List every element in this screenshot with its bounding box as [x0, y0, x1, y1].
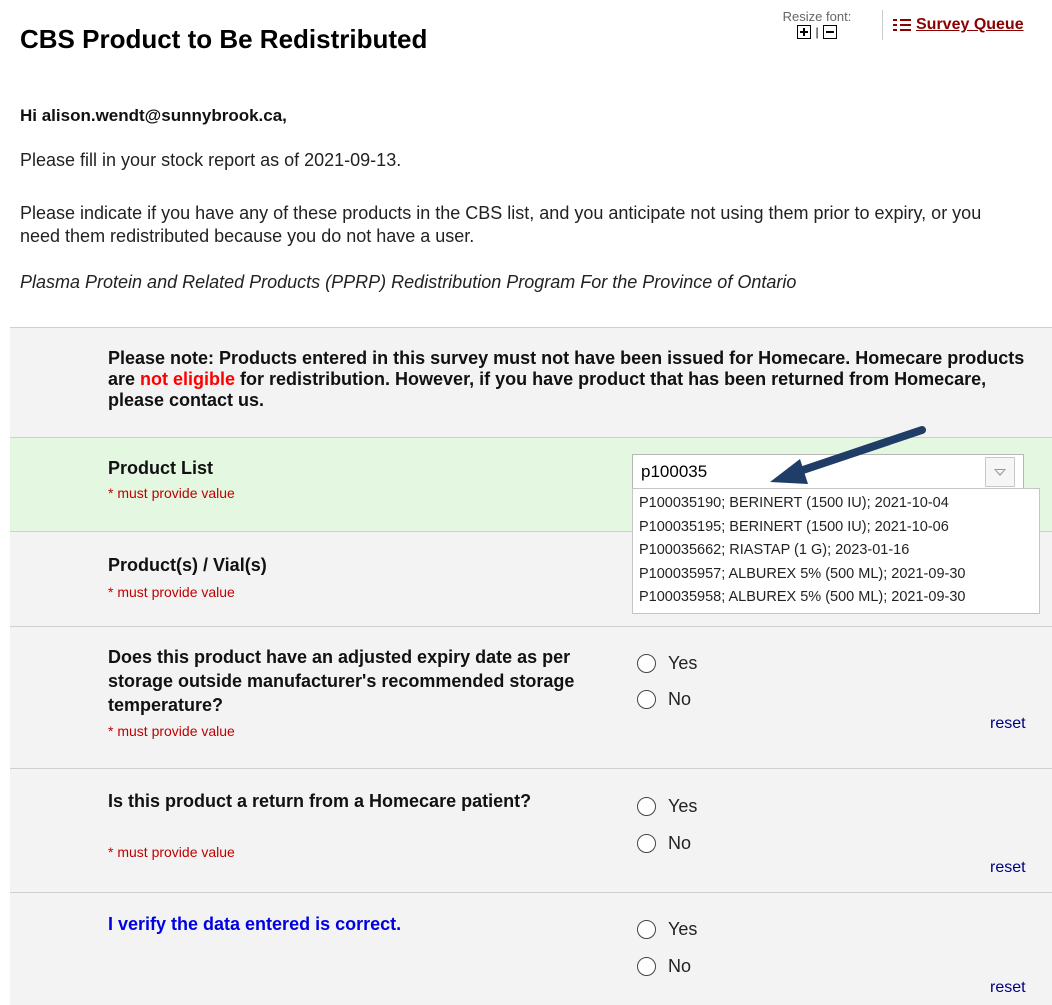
autocomplete-item[interactable]: P100035195; BERINERT (1500 IU); 2021-10-… [633, 516, 1039, 540]
font-increase-icon[interactable] [797, 25, 812, 39]
resize-font-control: Resize font: | [767, 10, 867, 39]
survey-queue-label: Survey Queue [916, 16, 1024, 33]
verify-row: I verify the data entered is correct. Ye… [10, 892, 1052, 1005]
product-list-label: Product List [108, 458, 214, 478]
expiry-question-row: Does this product have an adjusted expir… [10, 626, 1052, 768]
homecare-reset-link[interactable]: reset [990, 859, 1026, 877]
verify-no-option[interactable]: No [637, 956, 691, 977]
page-title: CBS Product to Be Redistributed [20, 24, 428, 54]
expiry-no-option[interactable]: No [637, 689, 691, 710]
expiry-reset-link[interactable]: reset [990, 715, 1026, 733]
note-row: Please note: Products entered in this su… [10, 327, 1052, 437]
homecare-question-row: Is this product a return from a Homecare… [10, 768, 1052, 892]
radio-button[interactable] [637, 834, 656, 853]
radio-button[interactable] [637, 690, 656, 709]
homecare-yes-option[interactable]: Yes [637, 796, 697, 817]
expiry-question-label: Does this product have an adjusted expir… [108, 647, 575, 715]
homecare-question-label: Is this product a return from a Homecare… [108, 791, 532, 811]
program-name: Plasma Protein and Related Products (PPR… [20, 272, 797, 292]
radio-button[interactable] [637, 797, 656, 816]
autocomplete-item[interactable]: P100035957; ALBUREX 5% (500 ML); 2021-09… [633, 563, 1039, 587]
list-icon [893, 17, 911, 33]
autocomplete-item[interactable]: P100035190; BERINERT (1500 IU); 2021-10-… [633, 492, 1039, 516]
autocomplete-menu: P100035190; BERINERT (1500 IU); 2021-10-… [632, 488, 1040, 614]
expiry-yes-option[interactable]: Yes [637, 653, 697, 674]
triangle-down-icon [994, 469, 1006, 476]
verify-reset-link[interactable]: reset [990, 979, 1026, 997]
product-list-input[interactable] [632, 454, 1024, 490]
verify-label: I verify the data entered is correct. [108, 914, 402, 934]
survey-queue-link[interactable]: Survey Queue [882, 10, 1024, 40]
instruction-indicate: Please indicate if you have any of these… [20, 203, 982, 246]
required-note: * must provide value [108, 844, 235, 860]
homecare-note: Please note: Products entered in this su… [108, 348, 1025, 410]
verify-yes-option[interactable]: Yes [637, 919, 697, 940]
greeting: Hi alison.wendt@sunnybrook.ca, [20, 106, 287, 125]
dropdown-toggle-button[interactable] [985, 457, 1015, 487]
required-note: * must provide value [108, 485, 235, 501]
radio-button[interactable] [637, 957, 656, 976]
resize-separator: | [815, 24, 819, 39]
instruction-fill-in: Please fill in your stock report as of 2… [20, 150, 402, 170]
font-decrease-icon[interactable] [822, 25, 837, 39]
required-note: * must provide value [108, 723, 235, 739]
radio-button[interactable] [637, 654, 656, 673]
not-eligible-highlight: not eligible [140, 369, 236, 389]
vials-label: Product(s) / Vial(s) [108, 555, 267, 575]
autocomplete-item[interactable]: P100035662; RIASTAP (1 G); 2023-01-16 [633, 539, 1039, 563]
radio-button[interactable] [637, 920, 656, 939]
autocomplete-item[interactable]: P100035958; ALBUREX 5% (500 ML); 2021-09… [633, 586, 1039, 610]
required-note: * must provide value [108, 584, 235, 600]
resize-font-label: Resize font: [782, 9, 852, 24]
homecare-no-option[interactable]: No [637, 833, 691, 854]
